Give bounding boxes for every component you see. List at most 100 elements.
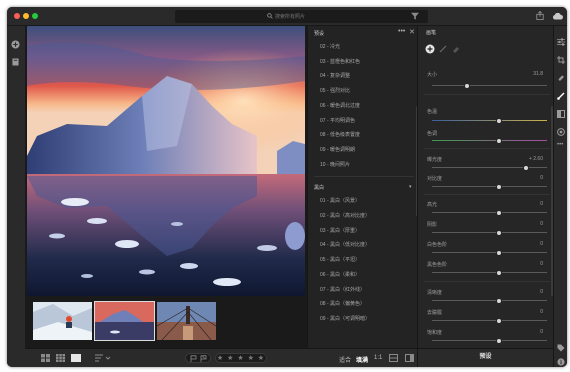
more-tools-icon[interactable]: ••• — [557, 142, 563, 148]
chevron-down-icon[interactable]: ▾ — [409, 184, 412, 190]
highlights-slider[interactable] — [432, 210, 547, 216]
star-rating[interactable]: ★ ★ ★ ★ ★ — [215, 353, 267, 363]
preset-item[interactable]: 10 - 晚间照片 — [320, 161, 350, 168]
preset-item[interactable]: 02 - 黑白（高对比度） — [320, 212, 370, 219]
highlights-value[interactable]: 0 — [540, 201, 543, 207]
slider-track[interactable] — [432, 212, 547, 213]
zoom-1to1-option[interactable]: 1:1 — [374, 355, 382, 361]
preset-item[interactable]: 09 - 黑白（可调明暗） — [320, 315, 370, 322]
healing-icon[interactable] — [557, 74, 565, 82]
slider-track[interactable] — [432, 85, 547, 86]
filter-icon[interactable] — [411, 12, 419, 20]
pick-flag-icon[interactable] — [190, 355, 197, 362]
slider-track[interactable] — [432, 300, 547, 301]
preset-item[interactable]: 03 - 黑白（厚重） — [320, 227, 360, 234]
presets-group-header[interactable]: 黑白 — [314, 184, 324, 191]
eraser-icon[interactable] — [452, 45, 460, 53]
slider-knob[interactable] — [495, 338, 502, 344]
brush-add-icon[interactable] — [425, 44, 435, 54]
edit-sliders-icon[interactable] — [557, 38, 565, 46]
blacks-slider[interactable] — [432, 270, 547, 276]
slider-knob[interactable] — [495, 230, 502, 236]
preset-item[interactable]: 05 - 黑白（平坦） — [320, 256, 360, 263]
slider-knob[interactable] — [463, 83, 470, 89]
size-slider[interactable] — [432, 83, 547, 89]
slider-track[interactable] — [432, 320, 547, 321]
info-icon[interactable] — [557, 358, 565, 366]
brush-icon[interactable] — [439, 45, 447, 53]
more-options-icon[interactable]: ••• — [398, 28, 405, 35]
slider-knob[interactable] — [495, 298, 502, 304]
slider-track[interactable] — [432, 186, 547, 187]
preset-item[interactable]: 02 - 冷光 — [320, 43, 340, 50]
presets-button[interactable]: 预设 — [417, 348, 553, 367]
library-icon[interactable] — [12, 58, 19, 66]
slider-knob[interactable] — [495, 318, 502, 324]
slider-knob[interactable] — [495, 250, 502, 256]
preset-item[interactable]: 06 - 暖色调北过度 — [320, 102, 360, 109]
slider-track[interactable] — [432, 340, 547, 341]
filmstrip-thumb[interactable] — [33, 302, 92, 340]
preset-item[interactable]: 04 - 黑白（低对比度） — [320, 241, 370, 248]
reject-flag-icon[interactable] — [200, 355, 207, 362]
dehaze-slider[interactable] — [432, 318, 547, 324]
compare-view-icon[interactable] — [389, 354, 398, 362]
brush-tool-icon[interactable] — [557, 92, 565, 100]
blacks-value[interactable]: 0 — [540, 261, 543, 267]
exposure-slider[interactable] — [432, 165, 547, 171]
maximize-window-button[interactable] — [32, 13, 38, 19]
crop-icon[interactable] — [557, 56, 565, 64]
saturation-value[interactable]: 0 — [540, 329, 543, 335]
sort-icon[interactable] — [95, 354, 111, 362]
close-window-button[interactable] — [14, 13, 20, 19]
slider-track[interactable] — [432, 167, 547, 168]
contrast-slider[interactable] — [432, 184, 547, 190]
slider-knob[interactable] — [495, 184, 502, 190]
photo-grid-icon[interactable] — [41, 354, 50, 362]
preset-item[interactable]: 05 - 强烈对比 — [320, 87, 350, 94]
slider-track[interactable] — [432, 252, 547, 253]
size-value[interactable]: 31.8 — [533, 71, 543, 77]
slider-track[interactable] — [432, 140, 547, 141]
add-photos-icon[interactable] — [11, 40, 20, 49]
slider-track[interactable] — [432, 120, 547, 121]
square-grid-icon[interactable] — [56, 354, 65, 362]
preset-item[interactable]: 01 - 黑白（风景） — [320, 197, 360, 204]
zoom-fit-option[interactable]: 适合 — [339, 355, 351, 364]
preset-item[interactable]: 06 - 黑白（柔和） — [320, 271, 360, 278]
contrast-value[interactable]: 0 — [540, 175, 543, 181]
preset-item[interactable]: 03 - 蓝橙色和红色 — [320, 58, 360, 65]
split-view-icon[interactable] — [405, 354, 414, 362]
slider-knob[interactable] — [495, 210, 502, 216]
slider-knob[interactable] — [495, 138, 502, 144]
search-input[interactable] — [275, 11, 395, 22]
slider-track[interactable] — [432, 272, 547, 273]
preset-item[interactable]: 04 - 复杂调整 — [320, 72, 350, 79]
search-bar[interactable] — [175, 10, 428, 23]
preset-item[interactable]: 08 - 黑白（偏黄色） — [320, 300, 365, 307]
whites-slider[interactable] — [432, 250, 547, 256]
filmstrip-thumb[interactable] — [157, 302, 216, 340]
dehaze-value[interactable]: 0 — [540, 309, 543, 315]
slider-knob[interactable] — [523, 165, 530, 171]
share-icon[interactable] — [536, 11, 544, 20]
preset-item[interactable]: 07 - 平均明调色 — [320, 117, 355, 124]
flag-control[interactable] — [185, 353, 211, 363]
texture-slider[interactable] — [432, 298, 547, 304]
shadows-slider[interactable] — [432, 230, 547, 236]
exposure-value[interactable]: + 2.60 — [529, 156, 543, 162]
minimize-window-button[interactable] — [23, 13, 29, 19]
whites-value[interactable]: 0 — [540, 241, 543, 247]
cloud-icon[interactable] — [552, 12, 563, 20]
preset-item[interactable]: 07 - 黑白（红外线） — [320, 286, 365, 293]
temp-slider[interactable] — [432, 118, 547, 124]
slider-knob[interactable] — [495, 270, 502, 276]
radial-gradient-icon[interactable] — [557, 128, 565, 136]
preset-item[interactable]: 09 - 暖色调明朗 — [320, 146, 355, 153]
filmstrip-thumb-selected[interactable] — [94, 301, 155, 341]
linear-gradient-icon[interactable] — [557, 110, 565, 118]
tint-slider[interactable] — [432, 138, 547, 144]
saturation-slider[interactable] — [432, 338, 547, 344]
texture-value[interactable]: 0 — [540, 289, 543, 295]
preset-item[interactable]: 08 - 低色级表置度 — [320, 131, 360, 138]
